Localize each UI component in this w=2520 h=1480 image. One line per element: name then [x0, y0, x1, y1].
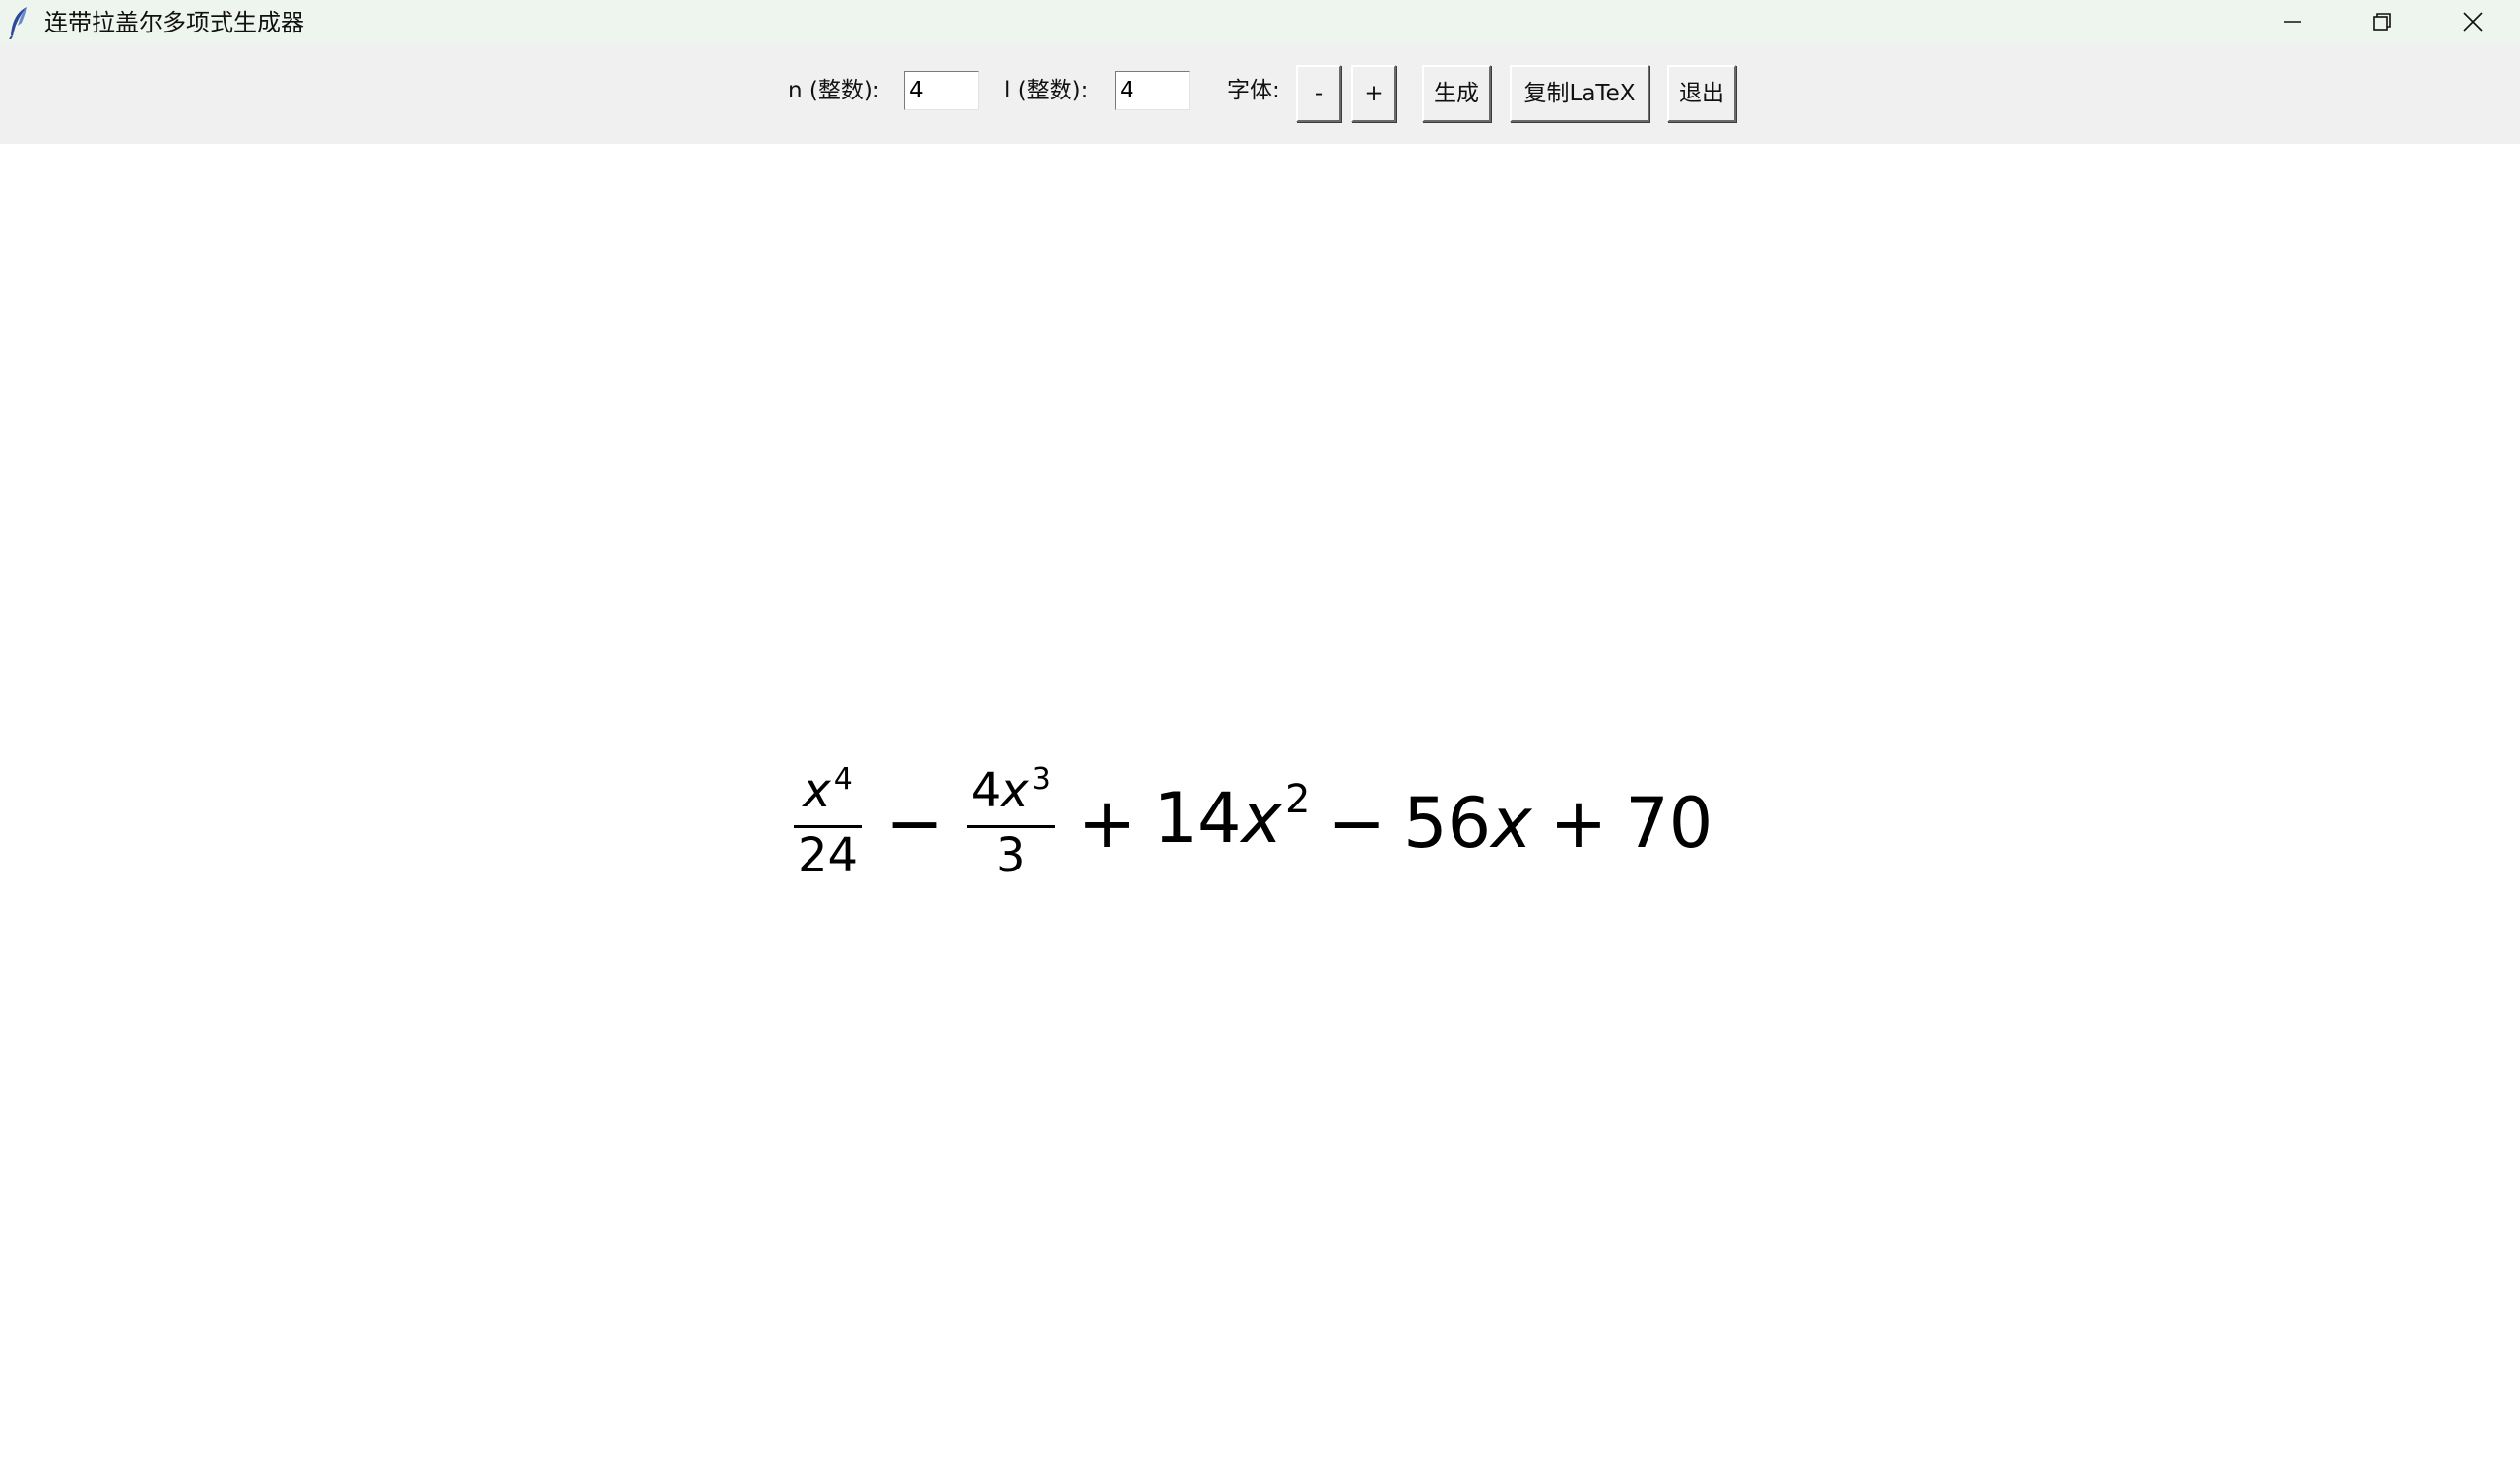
laguerre-polynomial-formula: x4 24 − 4x 3 3 + 14x2 − 56x + 70	[788, 754, 1712, 892]
n-label: n (整数):	[788, 78, 880, 103]
operator-plus: +	[1549, 783, 1608, 864]
exponent: 4	[833, 762, 853, 797]
close-button[interactable]	[2427, 0, 2518, 45]
formula-canvas: x4 24 − 4x 3 3 + 14x2 − 56x + 70	[0, 144, 2520, 1480]
generate-button[interactable]: 生成	[1422, 65, 1491, 122]
variable: x	[1001, 763, 1029, 818]
variable: x	[803, 763, 831, 818]
exponent: 3	[1031, 762, 1051, 797]
coefficient: 14	[1153, 777, 1242, 859]
fraction-numerator: 4x 3	[967, 762, 1055, 823]
feather-icon	[9, 7, 27, 39]
coefficient: 56	[1403, 783, 1492, 864]
fraction-numerator: x4	[799, 762, 857, 823]
toolbar: n (整数): l (整数): 字体: - + 生成 复制LaTeX 退出	[0, 45, 2520, 144]
term-3: 14x2	[1153, 777, 1310, 864]
fraction-term-2: 4x 3 3	[966, 762, 1055, 883]
fraction-denominator: 3	[995, 828, 1026, 883]
font-label: 字体:	[1227, 78, 1280, 103]
fraction-term-1: x4 24	[794, 762, 863, 883]
n-input[interactable]	[904, 71, 979, 110]
operator-minus: −	[885, 783, 943, 864]
title-bar[interactable]: 连带拉盖尔多项式生成器	[0, 0, 2520, 45]
term-4: 56x	[1403, 789, 1532, 858]
window-title: 连带拉盖尔多项式生成器	[44, 9, 304, 36]
exit-button[interactable]: 退出	[1667, 65, 1736, 122]
operator-minus: −	[1327, 783, 1387, 864]
font-increase-button[interactable]: +	[1351, 65, 1396, 122]
fraction-denominator: 24	[798, 828, 859, 883]
restore-button[interactable]	[2337, 0, 2427, 45]
minimize-button[interactable]	[2247, 0, 2338, 45]
l-label: l (整数):	[1004, 78, 1089, 103]
l-input[interactable]	[1115, 71, 1190, 110]
variable: x	[1491, 783, 1532, 864]
font-decrease-button[interactable]: -	[1296, 65, 1341, 122]
operator-plus: +	[1077, 783, 1136, 864]
app-window: 连带拉盖尔多项式生成器 n (整数): l (整数): 字体: - +	[0, 0, 2520, 1480]
minimize-icon	[2284, 21, 2301, 23]
restore-icon	[2373, 13, 2391, 31]
close-icon	[2463, 12, 2483, 32]
exponent: 2	[1284, 776, 1311, 822]
constant-term: 70	[1625, 783, 1713, 864]
copy-latex-button[interactable]: 复制LaTeX	[1510, 65, 1649, 122]
coefficient: 4	[970, 763, 1002, 818]
variable: x	[1241, 777, 1282, 859]
